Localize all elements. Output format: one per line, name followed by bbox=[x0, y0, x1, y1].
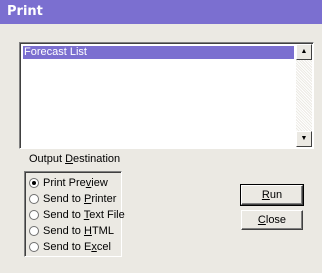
radio-print-preview[interactable]: Print Preview bbox=[29, 176, 108, 190]
radio-send-to-printer[interactable]: Send to Printer bbox=[29, 192, 116, 206]
close-button[interactable]: Close bbox=[241, 210, 303, 230]
radio-send-to-text-file[interactable]: Send to Text File bbox=[29, 208, 125, 222]
radio-button-icon[interactable] bbox=[29, 178, 39, 188]
radio-label: Send to Text File bbox=[43, 209, 125, 221]
radio-button-icon[interactable] bbox=[29, 194, 39, 204]
list-item[interactable]: Forecast List bbox=[23, 46, 294, 59]
vertical-scrollbar[interactable]: ▲ ▼ bbox=[296, 44, 312, 147]
radio-label: Send to Printer bbox=[43, 193, 117, 205]
window-title: Print bbox=[7, 4, 43, 19]
radio-selected-dot bbox=[32, 181, 36, 185]
output-destination-group: Print Preview Send to Printer Send to Te… bbox=[24, 171, 125, 257]
label-text: estination bbox=[73, 153, 121, 165]
title-bar[interactable]: Print bbox=[0, 0, 322, 24]
radio-send-to-html[interactable]: Send to HTML bbox=[29, 224, 114, 238]
report-listbox[interactable]: Forecast List ▲ ▼ bbox=[19, 42, 314, 149]
output-destination-label: Output Destination bbox=[29, 153, 120, 165]
print-dialog: Print Forecast List ▲ ▼ Output Destinati… bbox=[0, 0, 322, 273]
scroll-up-icon[interactable]: ▲ bbox=[296, 44, 312, 60]
radio-button-icon[interactable] bbox=[29, 242, 39, 252]
label-text: Output bbox=[29, 153, 66, 165]
radio-label: Print Preview bbox=[43, 177, 108, 189]
radio-label: Send to Excel bbox=[43, 241, 111, 253]
scroll-down-icon[interactable]: ▼ bbox=[296, 131, 312, 147]
radio-label: Send to HTML bbox=[43, 225, 114, 237]
radio-button-icon[interactable] bbox=[29, 226, 39, 236]
radio-button-icon[interactable] bbox=[29, 210, 39, 220]
radio-send-to-excel[interactable]: Send to Excel bbox=[29, 240, 111, 254]
run-button[interactable]: Run bbox=[240, 184, 304, 206]
label-mnemonic: D bbox=[65, 153, 74, 165]
